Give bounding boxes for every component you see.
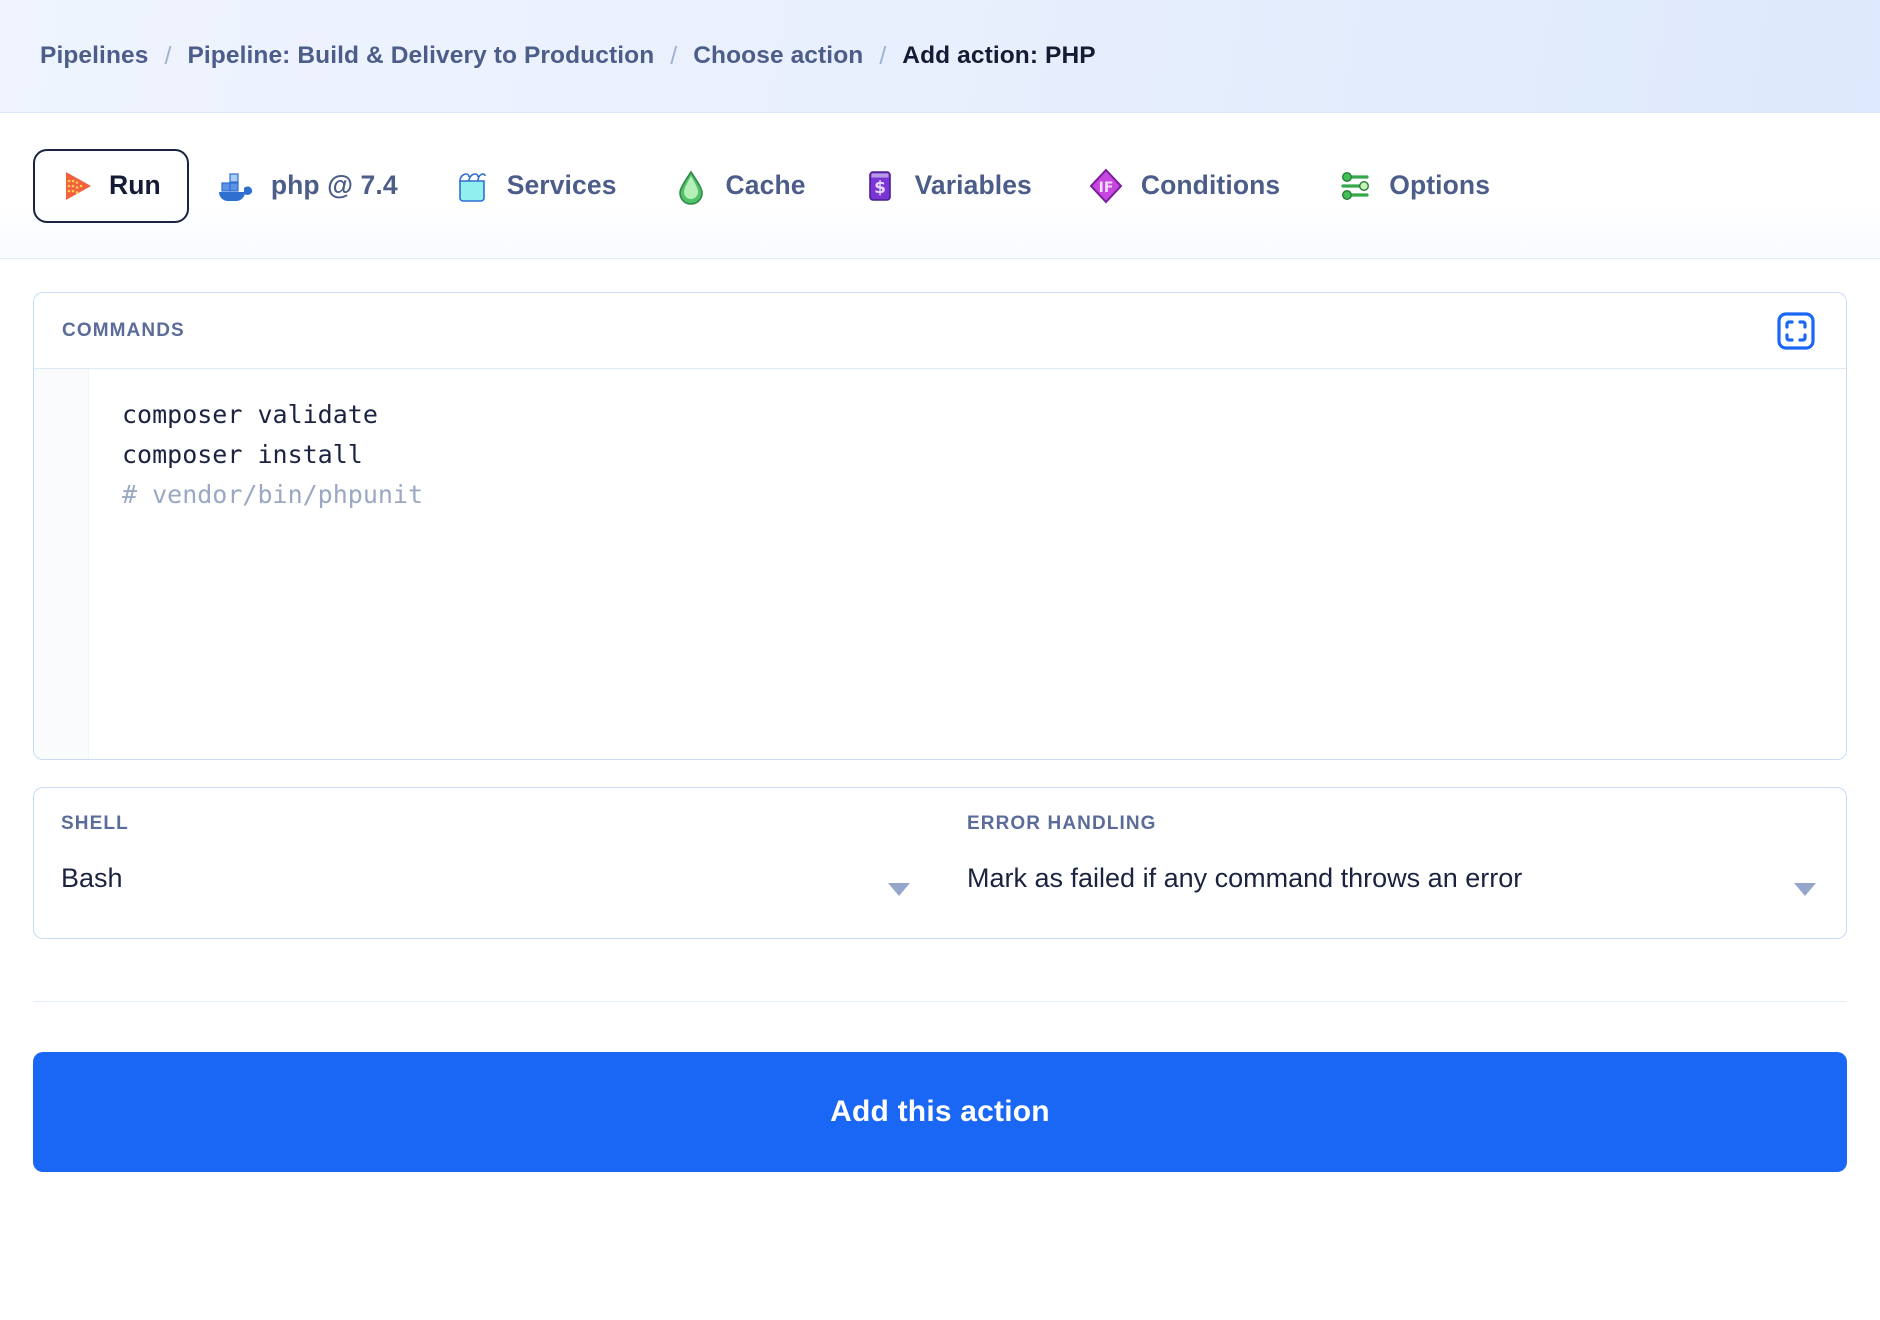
action-config-body: COMMANDS composer validate composer inst… [0,292,1880,1002]
chevron-down-icon [1794,883,1816,896]
cache-icon [671,166,711,206]
breadcrumb-item-pipelines[interactable]: Pipelines [40,42,148,70]
editor-code[interactable]: composer validate composer install # ven… [89,369,1846,759]
tab-run-label: Run [109,170,161,200]
command-line: composer install [122,440,363,469]
tab-variables[interactable]: $ Variables [833,149,1059,223]
shell-label: SHELL [61,813,129,834]
command-line-comment: # vendor/bin/phpunit [122,480,424,509]
conditions-icon: IF [1086,166,1126,206]
play-icon [57,166,97,206]
shell-value: Bash [61,863,123,893]
tab-cache-label: Cache [725,170,806,200]
breadcrumb-item-current: Add action: PHP [902,42,1096,69]
services-icon [452,166,492,206]
commands-panel-title: COMMANDS [62,319,185,341]
tab-options-label: Options [1389,170,1491,200]
tab-services-label: Services [506,170,617,200]
breadcrumb-separator: / [164,41,172,70]
tab-services[interactable]: Services [425,149,644,223]
add-this-action-button[interactable]: Add this action [33,1052,1847,1172]
tab-run[interactable]: Run [33,148,189,223]
run-settings-panel: SHELL Bash ERROR HANDLING Mark as failed… [33,787,1847,939]
commands-panel-header: COMMANDS [34,293,1846,369]
error-handling-select[interactable]: ERROR HANDLING Mark as failed if any com… [940,788,1846,938]
error-handling-value: Mark as failed if any command throws an … [967,863,1523,893]
docker-icon [216,166,256,206]
tab-conditions[interactable]: IF Conditions [1059,149,1307,223]
tab-php-label: php @ 7.4 [270,170,398,200]
commands-editor[interactable]: composer validate composer install # ven… [34,369,1846,759]
options-icon [1334,166,1374,206]
breadcrumb-separator: / [670,41,678,70]
breadcrumb-item-pipeline[interactable]: Pipeline: Build & Delivery to Production [187,42,654,70]
tab-variables-label: Variables [914,170,1032,200]
breadcrumb-separator: / [879,41,887,70]
tab-cache[interactable]: Cache [644,149,833,223]
commands-panel: COMMANDS composer validate composer inst… [33,292,1847,760]
variables-icon: $ [860,166,900,206]
tab-options[interactable]: Options [1307,149,1517,223]
svg-text:IF: IF [1098,180,1113,196]
tab-php[interactable]: php @ 7.4 [189,149,425,223]
editor-gutter [34,369,89,759]
error-handling-label: ERROR HANDLING [967,813,1157,834]
chevron-down-icon [888,883,910,896]
tab-conditions-label: Conditions [1140,170,1281,200]
fullscreen-icon[interactable] [1774,309,1818,353]
breadcrumb-header: Pipelines / Pipeline: Build & Delivery t… [0,0,1880,113]
svg-text:$: $ [874,178,886,198]
breadcrumb-item-choose-action[interactable]: Choose action [693,42,863,70]
breadcrumb: Pipelines / Pipeline: Build & Delivery t… [40,42,1096,71]
shell-select[interactable]: SHELL Bash [34,788,940,938]
footer-actions: Add this action [0,1002,1880,1172]
action-tabbar: Run php @ 7.4 Services Cache $ Variables… [0,113,1880,259]
command-line: composer validate [122,400,378,429]
